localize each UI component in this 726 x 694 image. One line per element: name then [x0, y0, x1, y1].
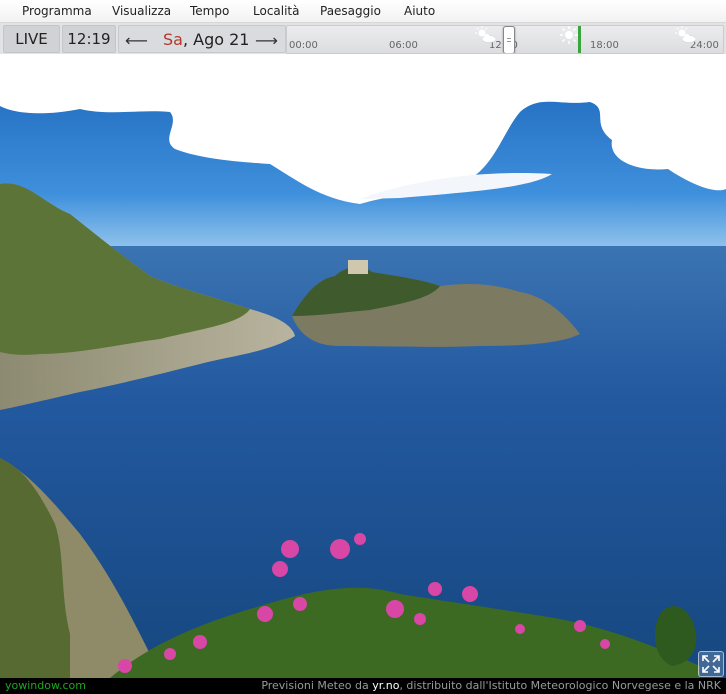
yowindow-link[interactable]: yowindow.com [5, 678, 86, 694]
sun-icon [560, 26, 578, 44]
menu-paesaggio[interactable]: Paesaggio [320, 4, 381, 18]
forecast-credit: Previsioni Meteo da yr.no, distribuito d… [261, 679, 721, 692]
partly-cloudy-icon [475, 26, 497, 43]
timeline-handle[interactable] [503, 26, 515, 53]
timeline-tick: 06:00 [389, 40, 418, 51]
menu-visualizza[interactable]: Visualizza [112, 4, 171, 18]
coastal-landscape-image [0, 54, 726, 678]
partly-cloudy-icon [675, 26, 697, 43]
current-time-display: 12:19 [62, 25, 116, 53]
next-day-arrow-icon[interactable]: ⟶ [255, 31, 278, 50]
timeline-tick: 00:00 [289, 40, 318, 51]
date-label: Sa, Ago 21 [163, 30, 250, 49]
date-selector: ⟵ Sa, Ago 21 ⟶ [118, 25, 286, 53]
fullscreen-button[interactable] [698, 651, 724, 677]
menu-tempo[interactable]: Tempo [190, 4, 229, 18]
menu-localita[interactable]: Località [253, 4, 300, 18]
previous-day-arrow-icon[interactable]: ⟵ [125, 31, 148, 50]
menu-aiuto[interactable]: Aiuto [404, 4, 435, 18]
menu-programma[interactable]: Programma [22, 4, 92, 18]
yr-link[interactable]: yr.no [372, 679, 399, 692]
status-bar: yowindow.com Previsioni Meteo da yr.no, … [0, 678, 726, 694]
time-toolbar: LIVE 12:19 ⟵ Sa, Ago 21 ⟶ 00:00 06:00 12… [0, 23, 726, 54]
timeline-slider[interactable]: 00:00 06:00 12:00 18:00 24:00 [286, 25, 724, 54]
live-button[interactable]: LIVE [3, 25, 60, 53]
menu-bar: Programma Visualizza Tempo Località Paes… [0, 0, 726, 23]
fullscreen-icon [702, 655, 720, 673]
timeline-tick: 18:00 [590, 40, 619, 51]
landscape-view[interactable] [0, 54, 726, 678]
